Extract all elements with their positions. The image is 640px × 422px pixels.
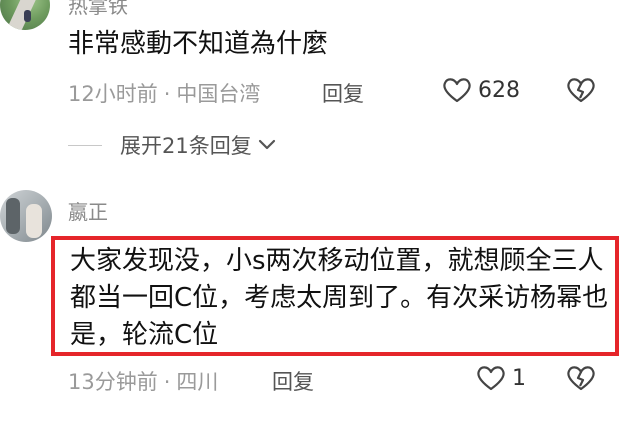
username[interactable]: 嬴正 <box>68 196 108 225</box>
avatar-figure-shape <box>6 198 20 234</box>
avatar[interactable] <box>0 190 52 242</box>
avatar-figure-shape <box>26 204 42 238</box>
highlight-box: 大家发现没，小s两次移动位置，就想顾全三人都当一回C位，考虑太周到了。有次采访杨… <box>51 236 619 356</box>
comment-meta: 13分钟前 · 四川 <box>68 366 218 396</box>
heart-outline-icon <box>477 366 505 391</box>
dislike-button[interactable] <box>566 364 596 396</box>
like-count: 1 <box>512 365 526 391</box>
reply-button[interactable]: 回复 <box>272 366 314 396</box>
broken-heart-icon <box>567 366 595 391</box>
location: 四川 <box>176 370 219 394</box>
comment-text: 大家发现没，小s两次移动位置，就想顾全三人都当一回C位，考虑太周到了。有次采访杨… <box>70 246 609 350</box>
timestamp: 13分钟前 <box>68 370 158 394</box>
comment-2: 嬴正 大家发现没，小s两次移动位置，就想顾全三人都当一回C位，考虑太周到了。有次… <box>0 0 640 422</box>
meta-separator: · <box>163 370 171 394</box>
like-button[interactable]: 1 <box>476 364 526 392</box>
